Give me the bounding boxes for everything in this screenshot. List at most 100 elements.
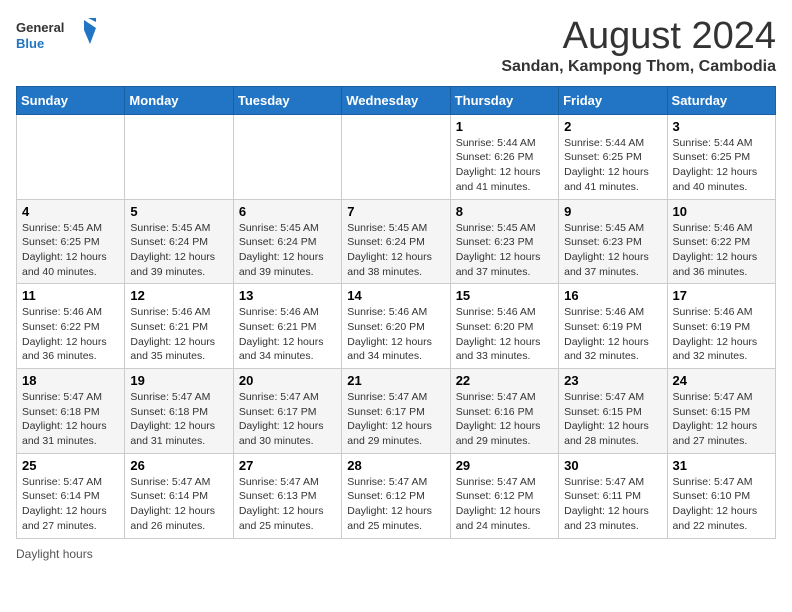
day-number: 29	[456, 458, 553, 473]
day-number: 19	[130, 373, 227, 388]
calendar-cell: 28 Sunrise: 5:47 AM Sunset: 6:12 PM Dayli…	[342, 453, 450, 538]
day-number: 4	[22, 204, 119, 219]
day-number: 21	[347, 373, 444, 388]
calendar-cell: 17 Sunrise: 5:46 AM Sunset: 6:19 PM Dayli…	[667, 284, 775, 369]
calendar-cell: 8 Sunrise: 5:45 AM Sunset: 6:23 PM Daylig…	[450, 199, 558, 284]
calendar-cell: 13 Sunrise: 5:46 AM Sunset: 6:21 PM Dayli…	[233, 284, 341, 369]
calendar-cell	[17, 114, 125, 199]
day-number: 1	[456, 119, 553, 134]
day-header-wednesday: Wednesday	[342, 86, 450, 114]
day-detail: Sunrise: 5:47 AM Sunset: 6:16 PM Dayligh…	[456, 390, 553, 449]
day-detail: Sunrise: 5:47 AM Sunset: 6:13 PM Dayligh…	[239, 475, 336, 534]
calendar-cell	[125, 114, 233, 199]
calendar-week-row: 25Sunrise: 5:47 AM Sunset: 6:14 PM Dayli…	[17, 453, 776, 538]
day-detail: Sunrise: 5:45 AM Sunset: 6:25 PM Dayligh…	[22, 221, 119, 280]
calendar-table: SundayMondayTuesdayWednesdayThursdayFrid…	[16, 86, 776, 539]
calendar-cell: 4 Sunrise: 5:45 AM Sunset: 6:25 PM Daylig…	[17, 199, 125, 284]
day-number: 24	[673, 373, 770, 388]
day-detail: Sunrise: 5:47 AM Sunset: 6:11 PM Dayligh…	[564, 475, 661, 534]
day-header-friday: Friday	[559, 86, 667, 114]
svg-text:Blue: Blue	[16, 36, 44, 51]
day-detail: Sunrise: 5:47 AM Sunset: 6:12 PM Dayligh…	[347, 475, 444, 534]
calendar-header-row: SundayMondayTuesdayWednesdayThursdayFrid…	[17, 86, 776, 114]
day-number: 5	[130, 204, 227, 219]
calendar-cell: 16 Sunrise: 5:46 AM Sunset: 6:19 PM Dayli…	[559, 284, 667, 369]
calendar-cell: 7Sunrise: 5:45 AM Sunset: 6:24 PM Daylig…	[342, 199, 450, 284]
day-number: 17	[673, 288, 770, 303]
day-detail: Sunrise: 5:46 AM Sunset: 6:19 PM Dayligh…	[564, 305, 661, 364]
day-detail: Sunrise: 5:47 AM Sunset: 6:14 PM Dayligh…	[130, 475, 227, 534]
calendar-cell: 19 Sunrise: 5:47 AM Sunset: 6:18 PM Dayli…	[125, 369, 233, 454]
day-number: 13	[239, 288, 336, 303]
calendar-cell: 10Sunrise: 5:46 AM Sunset: 6:22 PM Dayli…	[667, 199, 775, 284]
day-detail: Sunrise: 5:45 AM Sunset: 6:24 PM Dayligh…	[347, 221, 444, 280]
day-number: 9	[564, 204, 661, 219]
day-header-monday: Monday	[125, 86, 233, 114]
calendar-cell: 31Sunrise: 5:47 AM Sunset: 6:10 PM Dayli…	[667, 453, 775, 538]
calendar-cell: 2Sunrise: 5:44 AM Sunset: 6:25 PM Daylig…	[559, 114, 667, 199]
day-detail: Sunrise: 5:46 AM Sunset: 6:22 PM Dayligh…	[673, 221, 770, 280]
calendar-cell: 9 Sunrise: 5:45 AM Sunset: 6:23 PM Daylig…	[559, 199, 667, 284]
calendar-cell: 23Sunrise: 5:47 AM Sunset: 6:15 PM Dayli…	[559, 369, 667, 454]
day-number: 27	[239, 458, 336, 473]
day-header-saturday: Saturday	[667, 86, 775, 114]
day-number: 18	[22, 373, 119, 388]
day-detail: Sunrise: 5:47 AM Sunset: 6:12 PM Dayligh…	[456, 475, 553, 534]
day-number: 16	[564, 288, 661, 303]
day-number: 2	[564, 119, 661, 134]
calendar-week-row: 11 Sunrise: 5:46 AM Sunset: 6:22 PM Dayli…	[17, 284, 776, 369]
calendar-cell: 22Sunrise: 5:47 AM Sunset: 6:16 PM Dayli…	[450, 369, 558, 454]
day-number: 12	[130, 288, 227, 303]
footer-note: Daylight hours	[16, 547, 776, 561]
title-area: August 2024 Sandan, Kampong Thom, Cambod…	[501, 16, 776, 76]
day-detail: Sunrise: 5:46 AM Sunset: 6:21 PM Dayligh…	[239, 305, 336, 364]
header: General Blue August 2024 Sandan, Kampong…	[16, 16, 776, 76]
day-detail: Sunrise: 5:46 AM Sunset: 6:21 PM Dayligh…	[130, 305, 227, 364]
day-number: 26	[130, 458, 227, 473]
calendar-cell: 25Sunrise: 5:47 AM Sunset: 6:14 PM Dayli…	[17, 453, 125, 538]
day-detail: Sunrise: 5:46 AM Sunset: 6:20 PM Dayligh…	[456, 305, 553, 364]
calendar-cell: 26 Sunrise: 5:47 AM Sunset: 6:14 PM Dayli…	[125, 453, 233, 538]
day-number: 6	[239, 204, 336, 219]
day-number: 14	[347, 288, 444, 303]
day-detail: Sunrise: 5:45 AM Sunset: 6:23 PM Dayligh…	[456, 221, 553, 280]
month-title: August 2024	[501, 16, 776, 58]
day-detail: Sunrise: 5:46 AM Sunset: 6:22 PM Dayligh…	[22, 305, 119, 364]
calendar-cell: 15 Sunrise: 5:46 AM Sunset: 6:20 PM Dayli…	[450, 284, 558, 369]
calendar-cell	[233, 114, 341, 199]
calendar-cell: 3Sunrise: 5:44 AM Sunset: 6:25 PM Daylig…	[667, 114, 775, 199]
calendar-cell	[342, 114, 450, 199]
calendar-week-row: 1 Sunrise: 5:44 AM Sunset: 6:26 PM Daylig…	[17, 114, 776, 199]
day-header-tuesday: Tuesday	[233, 86, 341, 114]
day-detail: Sunrise: 5:47 AM Sunset: 6:18 PM Dayligh…	[130, 390, 227, 449]
calendar-cell: 30 Sunrise: 5:47 AM Sunset: 6:11 PM Dayli…	[559, 453, 667, 538]
day-number: 31	[673, 458, 770, 473]
day-detail: Sunrise: 5:45 AM Sunset: 6:24 PM Dayligh…	[239, 221, 336, 280]
calendar-cell: 1 Sunrise: 5:44 AM Sunset: 6:26 PM Daylig…	[450, 114, 558, 199]
day-detail: Sunrise: 5:47 AM Sunset: 6:18 PM Dayligh…	[22, 390, 119, 449]
calendar-cell: 27 Sunrise: 5:47 AM Sunset: 6:13 PM Dayli…	[233, 453, 341, 538]
daylight-label: Daylight hours	[16, 547, 93, 561]
day-number: 11	[22, 288, 119, 303]
day-detail: Sunrise: 5:45 AM Sunset: 6:23 PM Dayligh…	[564, 221, 661, 280]
calendar-cell: 29 Sunrise: 5:47 AM Sunset: 6:12 PM Dayli…	[450, 453, 558, 538]
day-detail: Sunrise: 5:47 AM Sunset: 6:17 PM Dayligh…	[239, 390, 336, 449]
calendar-cell: 14Sunrise: 5:46 AM Sunset: 6:20 PM Dayli…	[342, 284, 450, 369]
location-title: Sandan, Kampong Thom, Cambodia	[501, 58, 776, 76]
logo-svg: General Blue	[16, 16, 96, 56]
logo: General Blue	[16, 16, 96, 56]
day-number: 8	[456, 204, 553, 219]
day-number: 30	[564, 458, 661, 473]
calendar-week-row: 4 Sunrise: 5:45 AM Sunset: 6:25 PM Daylig…	[17, 199, 776, 284]
day-number: 28	[347, 458, 444, 473]
calendar-cell: 11 Sunrise: 5:46 AM Sunset: 6:22 PM Dayli…	[17, 284, 125, 369]
day-number: 20	[239, 373, 336, 388]
day-detail: Sunrise: 5:46 AM Sunset: 6:19 PM Dayligh…	[673, 305, 770, 364]
calendar-cell: 6 Sunrise: 5:45 AM Sunset: 6:24 PM Daylig…	[233, 199, 341, 284]
day-detail: Sunrise: 5:47 AM Sunset: 6:14 PM Dayligh…	[22, 475, 119, 534]
day-detail: Sunrise: 5:47 AM Sunset: 6:15 PM Dayligh…	[564, 390, 661, 449]
day-detail: Sunrise: 5:44 AM Sunset: 6:26 PM Dayligh…	[456, 136, 553, 195]
svg-text:General: General	[16, 20, 64, 35]
calendar-cell: 21Sunrise: 5:47 AM Sunset: 6:17 PM Dayli…	[342, 369, 450, 454]
day-number: 15	[456, 288, 553, 303]
